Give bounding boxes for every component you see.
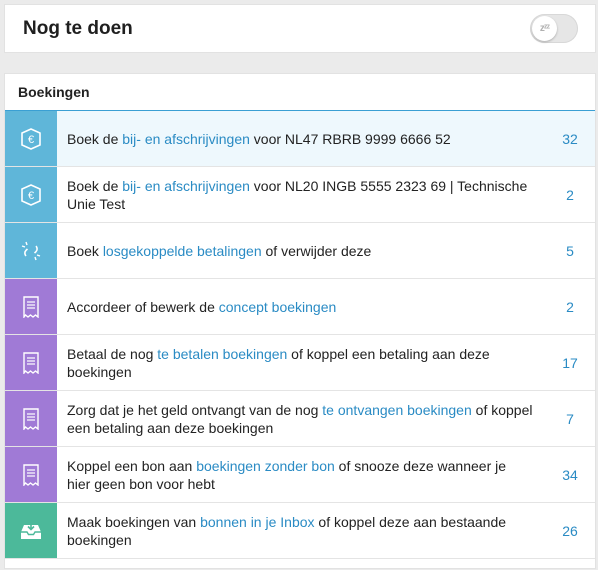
- receipt-icon: [5, 391, 57, 446]
- task-description: Boek de bij- en afschrijvingen voor NL47…: [57, 111, 545, 166]
- page-title: Nog te doen: [23, 17, 133, 39]
- task-link[interactable]: losgekoppelde betalingen: [103, 243, 262, 259]
- task-count[interactable]: 17: [545, 335, 595, 390]
- task-row[interactable]: Koppel een bon aan boekingen zonder bon …: [5, 447, 595, 503]
- euro-bank-icon: €: [5, 167, 57, 222]
- snooze-toggle-knob: zᶻᶻ: [532, 16, 557, 41]
- task-row[interactable]: Zorg dat je het geld ontvangt van de nog…: [5, 391, 595, 447]
- task-text-before: Boek de: [67, 177, 123, 194]
- task-count[interactable]: 5: [545, 223, 595, 278]
- task-row[interactable]: € Boek de bij- en afschrijvingen voor NL2…: [5, 167, 595, 223]
- svg-text:€: €: [28, 134, 34, 146]
- task-text-before: Accordeer of bewerk de: [67, 298, 219, 315]
- receipt-icon: [5, 335, 57, 390]
- task-count[interactable]: 32: [545, 111, 595, 166]
- section-title: Boekingen: [5, 74, 595, 111]
- task-count[interactable]: 26: [545, 503, 595, 558]
- task-count[interactable]: 2: [545, 279, 595, 334]
- task-description: Betaal de nog te betalen boekingen of ko…: [57, 335, 545, 390]
- task-list: € Boek de bij- en afschrijvingen voor NL4…: [5, 111, 595, 559]
- task-description: Boek losgekoppelde betalingen of verwijd…: [57, 223, 545, 278]
- task-row[interactable]: Boek losgekoppelde betalingen of verwijd…: [5, 223, 595, 279]
- task-description: Boek de bij- en afschrijvingen voor NL20…: [57, 167, 545, 222]
- task-link[interactable]: te betalen boekingen: [157, 346, 287, 362]
- task-link[interactable]: boekingen zonder bon: [196, 458, 335, 474]
- task-link[interactable]: te ontvangen boekingen: [322, 402, 471, 418]
- svg-text:€: €: [28, 190, 34, 202]
- task-text-after: of verwijder deze: [261, 242, 372, 259]
- task-text-before: Boek de: [67, 130, 123, 147]
- task-count[interactable]: 7: [545, 391, 595, 446]
- task-row[interactable]: Betaal de nog te betalen boekingen of ko…: [5, 335, 595, 391]
- task-count[interactable]: 2: [545, 167, 595, 222]
- task-link[interactable]: bonnen in je Inbox: [200, 514, 314, 530]
- task-link[interactable]: bij- en afschrijvingen: [122, 178, 250, 194]
- task-text-before: Maak boekingen van: [67, 513, 201, 530]
- task-text-after: voor NL47 RBRB 9999 6666 52: [249, 130, 451, 147]
- receipt-icon: [5, 279, 57, 334]
- bookings-panel: Boekingen € Boek de bij- en afschrijvinge…: [5, 74, 595, 568]
- task-text-before: Zorg dat je het geld ontvangt van de nog: [67, 401, 323, 418]
- task-link[interactable]: bij- en afschrijvingen: [122, 131, 250, 147]
- snooze-toggle[interactable]: zᶻᶻ: [530, 14, 578, 43]
- inbox-icon: [5, 503, 57, 558]
- task-text-before: Koppel een bon aan: [67, 457, 197, 474]
- task-link[interactable]: concept boekingen: [219, 299, 337, 315]
- todo-header: Nog te doen zᶻᶻ: [5, 5, 595, 52]
- receipt-icon: [5, 447, 57, 502]
- task-description: Accordeer of bewerk de concept boekingen: [57, 279, 545, 334]
- task-count[interactable]: 34: [545, 447, 595, 502]
- task-description: Maak boekingen van bonnen in je Inbox of…: [57, 503, 545, 558]
- task-row[interactable]: Maak boekingen van bonnen in je Inbox of…: [5, 503, 595, 559]
- task-row[interactable]: Accordeer of bewerk de concept boekingen…: [5, 279, 595, 335]
- task-text-before: Betaal de nog: [67, 345, 158, 362]
- euro-bank-icon: €: [5, 111, 57, 166]
- task-description: Zorg dat je het geld ontvangt van de nog…: [57, 391, 545, 446]
- task-description: Koppel een bon aan boekingen zonder bon …: [57, 447, 545, 502]
- task-row[interactable]: € Boek de bij- en afschrijvingen voor NL4…: [5, 111, 595, 167]
- snooze-icon: zᶻᶻ: [539, 23, 550, 34]
- unlink-icon: [5, 223, 57, 278]
- task-text-before: Boek: [67, 242, 103, 259]
